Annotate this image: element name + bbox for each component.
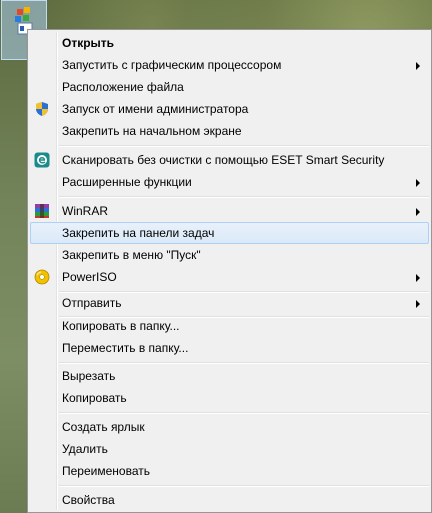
menu-item-label: Удалить (62, 442, 108, 456)
menu-item-label: Открыть (62, 36, 115, 50)
menu-separator (59, 412, 429, 414)
menu-item-label: Запустить с графическим процессором (62, 58, 282, 72)
menu-item-label: Копировать (62, 391, 127, 405)
submenu-arrow-icon (416, 62, 420, 70)
menu-item-pin-start[interactable]: Закрепить на начальном экране (30, 120, 429, 142)
menu-item-file-location[interactable]: Расположение файла (30, 76, 429, 98)
submenu-arrow-icon (416, 274, 420, 282)
submenu-arrow-icon (416, 179, 420, 187)
menu-item-label: WinRAR (62, 204, 109, 218)
menu-item-create-shortcut[interactable]: Создать ярлык (30, 416, 429, 438)
context-menu: Открыть Запустить с графическим процессо… (27, 29, 432, 513)
menu-item-pin-start-menu[interactable]: Закрепить в меню "Пуск" (30, 244, 429, 266)
menu-separator (59, 362, 429, 364)
menu-item-send-to[interactable]: Отправить (30, 292, 429, 314)
menu-item-move-to-folder[interactable]: Переместить в папку... (30, 337, 429, 359)
menu-item-label: Отправить (62, 296, 122, 310)
menu-item-run-gpu[interactable]: Запустить с графическим процессором (30, 54, 429, 76)
menu-item-winrar[interactable]: WinRAR (30, 200, 429, 222)
menu-item-cut[interactable]: Вырезать (30, 365, 429, 387)
menu-item-delete[interactable]: Удалить (30, 438, 429, 460)
menu-separator (59, 196, 429, 198)
menu-separator (59, 145, 429, 147)
menu-item-open[interactable]: Открыть (30, 32, 429, 54)
menu-item-label: PowerISO (62, 270, 117, 284)
menu-item-pin-taskbar[interactable]: Закрепить на панели задач (30, 222, 429, 244)
menu-item-label: Свойства (62, 493, 115, 507)
menu-item-label: Закрепить на начальном экране (62, 124, 242, 138)
menu-item-rename[interactable]: Переименовать (30, 460, 429, 482)
menu-item-label: Копировать в папку... (62, 319, 180, 333)
menu-separator (59, 485, 429, 487)
menu-item-label: Закрепить на панели задач (62, 226, 215, 240)
menu-item-advanced[interactable]: Расширенные функции (30, 171, 429, 193)
menu-item-copy-to-folder[interactable]: Копировать в папку... (30, 315, 429, 337)
submenu-arrow-icon (416, 208, 420, 216)
menu-item-label: Сканировать без очистки с помощью ESET S… (62, 153, 385, 167)
menu-item-run-as-admin[interactable]: Запуск от имени администратора (30, 98, 429, 120)
menu-item-label: Расположение файла (62, 80, 184, 94)
menu-item-label: Создать ярлык (62, 420, 145, 434)
winrar-icon (35, 204, 49, 218)
menu-item-poweriso[interactable]: PowerISO (30, 266, 429, 288)
menu-item-label: Закрепить в меню "Пуск" (62, 248, 201, 262)
menu-item-label: Запуск от имени администратора (62, 102, 249, 116)
menu-item-label: Переименовать (62, 464, 150, 478)
menu-item-label: Переместить в папку... (62, 341, 189, 355)
uac-shield-icon (36, 102, 48, 116)
menu-item-eset-scan[interactable]: Сканировать без очистки с помощью ESET S… (30, 149, 429, 171)
menu-item-properties[interactable]: Свойства (30, 489, 429, 511)
submenu-arrow-icon (416, 300, 420, 308)
menu-item-label: Вырезать (62, 369, 116, 383)
menu-item-copy[interactable]: Копировать (30, 387, 429, 409)
poweriso-icon (34, 269, 50, 285)
menu-item-label: Расширенные функции (62, 175, 192, 189)
eset-icon (34, 152, 50, 168)
